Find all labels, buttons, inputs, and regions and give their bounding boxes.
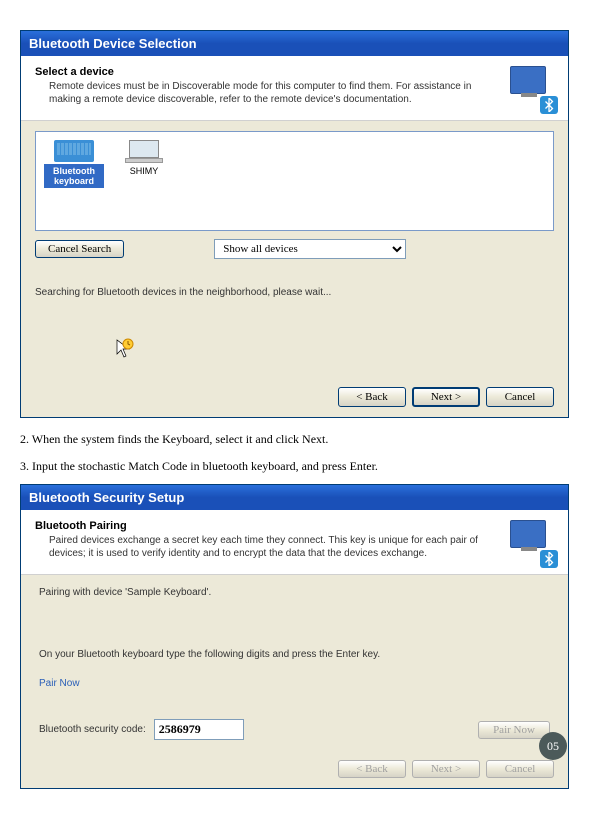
header-title: Select a device	[35, 66, 504, 78]
header-description: Paired devices exchange a secret key eac…	[35, 534, 504, 560]
pair-now-label: Pair Now	[39, 678, 550, 689]
page-number-badge: 05	[539, 732, 567, 760]
device-label: Bluetooth keyboard	[44, 164, 104, 188]
dialog-title: Bluetooth Security Setup	[21, 485, 568, 510]
dialog-header: Bluetooth Pairing Paired devices exchang…	[21, 510, 568, 575]
device-filter-select[interactable]: Show all devices	[214, 239, 406, 259]
dialog-buttons: < Back Next > Cancel	[21, 379, 568, 417]
dialog-title: Bluetooth Device Selection	[21, 31, 568, 56]
next-button[interactable]: Next >	[412, 760, 480, 778]
bluetooth-device-selection-dialog: Bluetooth Device Selection Select a devi…	[20, 30, 569, 418]
cancel-button[interactable]: Cancel	[486, 760, 554, 778]
busy-cursor-icon	[35, 338, 554, 365]
security-code-input[interactable]	[154, 719, 244, 740]
cancel-search-button[interactable]: Cancel Search	[35, 240, 124, 258]
header-title: Bluetooth Pairing	[35, 520, 504, 532]
next-button[interactable]: Next >	[412, 387, 480, 407]
device-list[interactable]: Bluetooth keyboard SHIMY	[35, 131, 554, 231]
header-description: Remote devices must be in Discoverable m…	[35, 80, 504, 106]
dialog-buttons: < Back Next > Cancel	[21, 752, 568, 788]
device-label: SHIMY	[114, 164, 174, 178]
pair-now-button[interactable]: Pair Now	[478, 721, 550, 739]
dialog-header: Select a device Remote devices must be i…	[21, 56, 568, 121]
bluetooth-monitor-icon	[510, 520, 554, 564]
instruction-step-3: 3. Input the stochastic Match Code in bl…	[20, 457, 569, 476]
cancel-button[interactable]: Cancel	[486, 387, 554, 407]
device-item-bluetooth-keyboard[interactable]: Bluetooth keyboard	[44, 140, 104, 222]
laptop-icon	[124, 140, 164, 162]
device-item-shimy[interactable]: SHIMY	[114, 140, 174, 222]
back-button[interactable]: < Back	[338, 387, 406, 407]
bluetooth-monitor-icon	[510, 66, 554, 110]
bluetooth-security-setup-dialog: Bluetooth Security Setup Bluetooth Pairi…	[20, 484, 569, 789]
type-instruction-text: On your Bluetooth keyboard type the foll…	[39, 648, 550, 662]
back-button[interactable]: < Back	[338, 760, 406, 778]
pairing-with-text: Pairing with device 'Sample Keyboard'.	[39, 587, 550, 598]
keyboard-icon	[54, 140, 94, 162]
instruction-step-2: 2. When the system finds the Keyboard, s…	[20, 430, 569, 449]
search-status-text: Searching for Bluetooth devices in the n…	[35, 287, 554, 298]
security-code-label: Bluetooth security code:	[39, 724, 146, 735]
